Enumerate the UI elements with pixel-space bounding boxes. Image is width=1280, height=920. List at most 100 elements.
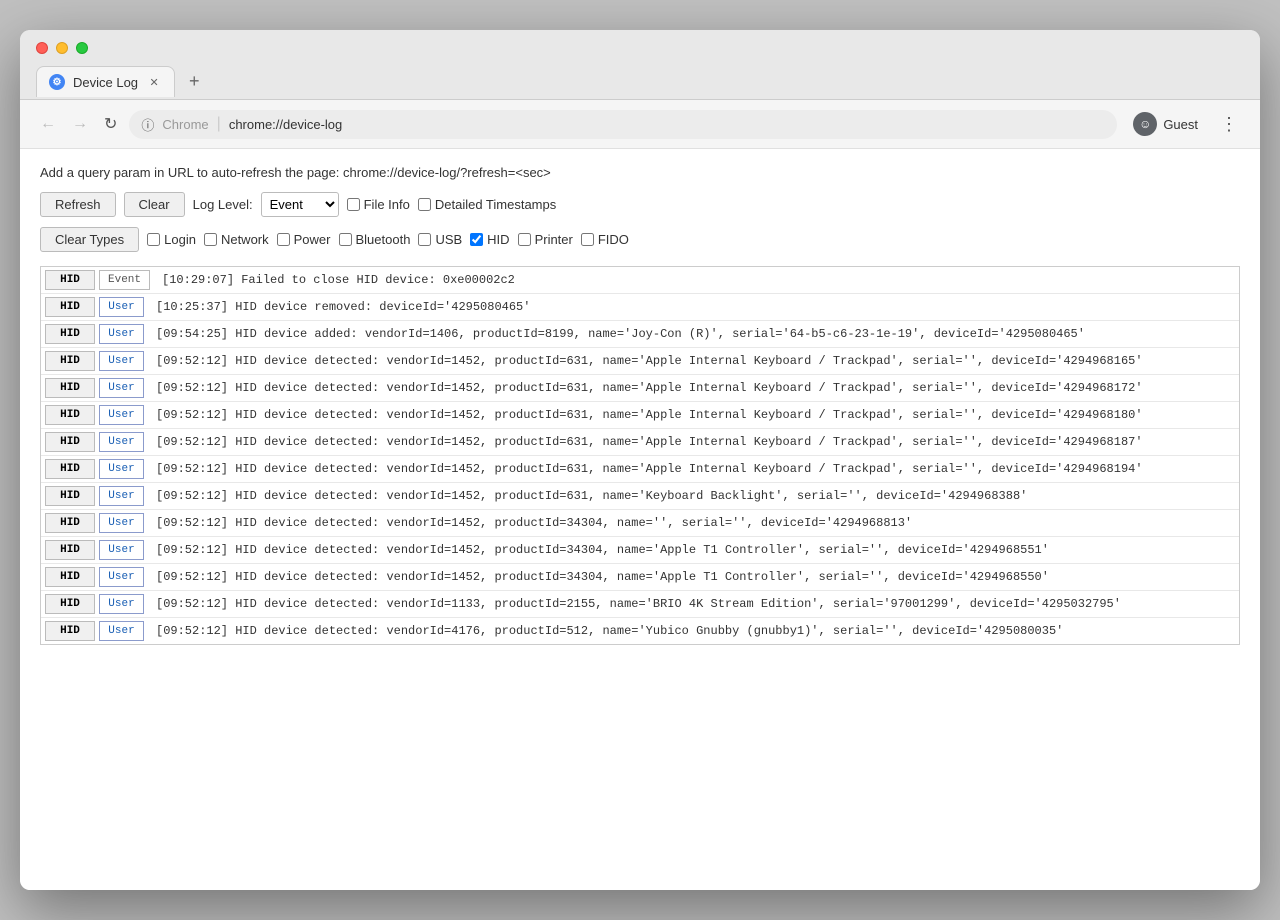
log-level-badge[interactable]: User [99, 324, 144, 344]
maximize-button[interactable] [76, 42, 88, 54]
avatar: ☺ [1133, 112, 1157, 136]
log-level-badge[interactable]: User [99, 405, 144, 425]
nav-right: ☺ Guest ⋮ [1125, 108, 1244, 140]
log-message: [09:52:12] HID device detected: vendorId… [148, 537, 1239, 563]
log-level-badge[interactable]: User [99, 540, 144, 560]
fido-checkbox[interactable] [581, 233, 594, 246]
hid-checkbox[interactable] [470, 233, 483, 246]
login-checkbox-label[interactable]: Login [147, 232, 196, 247]
address-url: chrome://device-log [229, 117, 342, 132]
log-type-badge: HID [45, 405, 95, 425]
log-type-badge: HID [45, 621, 95, 641]
table-row: HIDUser[09:52:12] HID device detected: v… [41, 618, 1239, 644]
table-row: HIDUser[09:52:12] HID device detected: v… [41, 429, 1239, 456]
bluetooth-checkbox-label[interactable]: Bluetooth [339, 232, 411, 247]
printer-checkbox-label[interactable]: Printer [518, 232, 573, 247]
log-level-badge[interactable]: User [99, 567, 144, 587]
title-bar: ⚙ Device Log ✕ + [20, 30, 1260, 100]
power-checkbox[interactable] [277, 233, 290, 246]
profile-name: Guest [1163, 117, 1198, 132]
address-separator: | [217, 115, 221, 133]
log-level-badge[interactable]: User [99, 351, 144, 371]
file-info-text: File Info [364, 197, 410, 212]
power-checkbox-label[interactable]: Power [277, 232, 331, 247]
log-message: [09:52:12] HID device detected: vendorId… [148, 375, 1239, 401]
power-label: Power [294, 232, 331, 247]
log-level-badge[interactable]: User [99, 432, 144, 452]
forward-button[interactable]: → [68, 111, 92, 137]
network-checkbox-label[interactable]: Network [204, 232, 269, 247]
address-bar[interactable]: ⓘ Chrome | chrome://device-log [129, 110, 1117, 139]
login-checkbox[interactable] [147, 233, 160, 246]
fido-checkbox-label[interactable]: FIDO [581, 232, 629, 247]
clear-button[interactable]: Clear [124, 192, 185, 217]
table-row: HIDUser[09:54:25] HID device added: vend… [41, 321, 1239, 348]
table-row: HIDUser[09:52:12] HID device detected: v… [41, 402, 1239, 429]
usb-checkbox[interactable] [418, 233, 431, 246]
table-row: HIDUser[09:52:12] HID device detected: v… [41, 510, 1239, 537]
table-row: HIDUser[09:52:12] HID device detected: v… [41, 375, 1239, 402]
log-level-select[interactable]: Event Debug Info Warning Error [261, 192, 339, 217]
browser-window: ⚙ Device Log ✕ + ← → ↻ ⓘ Chrome | chrome… [20, 30, 1260, 890]
log-message: [09:52:12] HID device detected: vendorId… [148, 456, 1239, 482]
log-level-badge[interactable]: User [99, 486, 144, 506]
log-type-badge: HID [45, 297, 95, 317]
log-level-badge[interactable]: User [99, 513, 144, 533]
log-message: [09:52:12] HID device detected: vendorId… [148, 483, 1239, 509]
log-level-badge[interactable]: User [99, 297, 144, 317]
log-message: [09:52:12] HID device detected: vendorId… [148, 591, 1239, 617]
log-level-badge[interactable]: User [99, 621, 144, 641]
log-type-badge: HID [45, 432, 95, 452]
log-type-badge: HID [45, 486, 95, 506]
bluetooth-checkbox[interactable] [339, 233, 352, 246]
file-info-label[interactable]: File Info [347, 197, 410, 212]
back-button[interactable]: ← [36, 111, 60, 137]
table-row: HIDUser[09:52:12] HID device detected: v… [41, 483, 1239, 510]
reload-button[interactable]: ↻ [100, 110, 121, 138]
log-level-badge[interactable]: Event [99, 270, 150, 290]
close-button[interactable] [36, 42, 48, 54]
minimize-button[interactable] [56, 42, 68, 54]
log-level-label: Log Level: [193, 197, 253, 212]
detailed-timestamps-text: Detailed Timestamps [435, 197, 556, 212]
log-message: [09:52:12] HID device detected: vendorId… [148, 510, 1239, 536]
log-message: [09:54:25] HID device added: vendorId=14… [148, 321, 1239, 347]
log-level-badge[interactable]: User [99, 378, 144, 398]
hid-label: HID [487, 232, 509, 247]
tab-close-button[interactable]: ✕ [146, 74, 162, 90]
fido-label: FIDO [598, 232, 629, 247]
file-info-checkbox[interactable] [347, 198, 360, 211]
table-row: HIDUser[09:52:12] HID device detected: v… [41, 348, 1239, 375]
active-tab[interactable]: ⚙ Device Log ✕ [36, 66, 175, 97]
address-chrome-label: Chrome [162, 117, 208, 132]
chrome-menu-button[interactable]: ⋮ [1214, 110, 1244, 139]
hid-checkbox-label[interactable]: HID [470, 232, 509, 247]
new-tab-button[interactable]: + [179, 64, 210, 99]
detailed-timestamps-checkbox[interactable] [418, 198, 431, 211]
usb-checkbox-label[interactable]: USB [418, 232, 462, 247]
detailed-timestamps-label[interactable]: Detailed Timestamps [418, 197, 556, 212]
log-message: [09:52:12] HID device detected: vendorId… [148, 429, 1239, 455]
traffic-lights [36, 42, 1244, 54]
login-label: Login [164, 232, 196, 247]
security-icon: ⓘ [141, 115, 154, 134]
table-row: HIDEvent[10:29:07] Failed to close HID d… [41, 267, 1239, 294]
log-level-badge[interactable]: User [99, 459, 144, 479]
nav-bar: ← → ↻ ⓘ Chrome | chrome://device-log ☺ G… [20, 100, 1260, 149]
table-row: HIDUser[09:52:12] HID device detected: v… [41, 537, 1239, 564]
log-type-badge: HID [45, 567, 95, 587]
profile-button[interactable]: ☺ Guest [1125, 108, 1206, 140]
log-message: [09:52:12] HID device detected: vendorId… [148, 348, 1239, 374]
printer-checkbox[interactable] [518, 233, 531, 246]
clear-types-row: Clear Types Login Network Power Bluetoot… [40, 227, 1240, 252]
network-checkbox[interactable] [204, 233, 217, 246]
clear-types-button[interactable]: Clear Types [40, 227, 139, 252]
log-level-badge[interactable]: User [99, 594, 144, 614]
tab-bar: ⚙ Device Log ✕ + [36, 64, 1244, 99]
log-type-badge: HID [45, 513, 95, 533]
log-message: [09:52:12] HID device detected: vendorId… [148, 618, 1239, 644]
log-type-badge: HID [45, 594, 95, 614]
table-row: HIDUser[10:25:37] HID device removed: de… [41, 294, 1239, 321]
log-type-badge: HID [45, 540, 95, 560]
refresh-button[interactable]: Refresh [40, 192, 116, 217]
